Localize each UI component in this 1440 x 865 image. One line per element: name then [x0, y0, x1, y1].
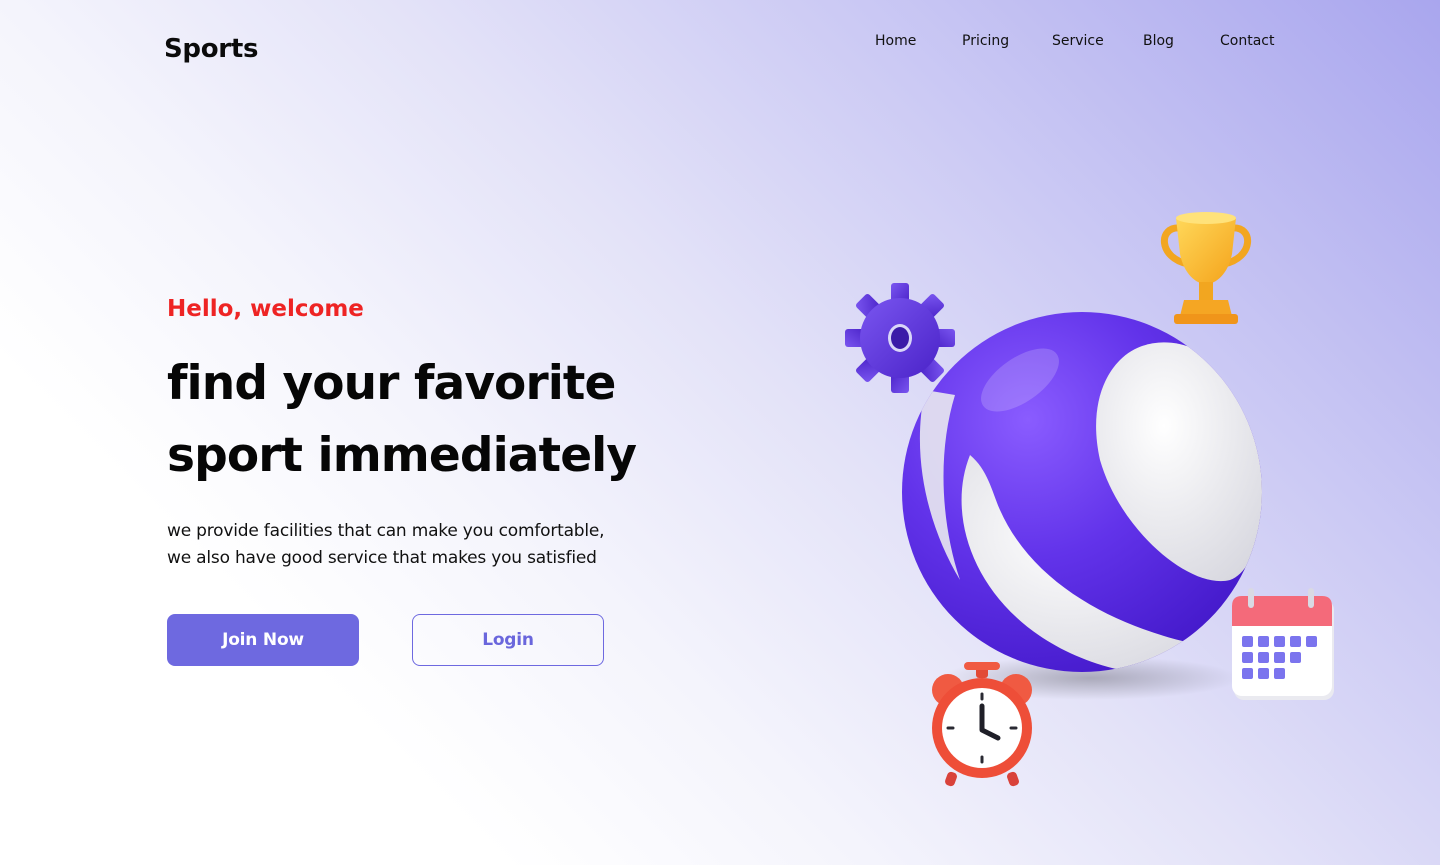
hero-description-line-1: we provide facilities that can make you …	[167, 521, 605, 541]
hero-headline-line-1: find your favorite	[167, 356, 616, 411]
hero-greeting: Hello, welcome	[167, 296, 364, 322]
alarm-clock-icon	[932, 662, 1032, 787]
trophy-icon	[1161, 212, 1251, 324]
login-button[interactable]: Login	[412, 614, 604, 666]
join-now-button[interactable]: Join Now	[167, 614, 359, 666]
main-nav: Home Pricing Service Blog Contact	[0, 33, 1440, 53]
nav-pricing-link[interactable]: Pricing	[962, 33, 1009, 49]
calendar-icon	[1232, 588, 1334, 700]
hero-headline: find your favorite sport immediately	[167, 348, 637, 492]
hero-description: we provide facilities that can make you …	[167, 518, 605, 572]
nav-home-link[interactable]: Home	[875, 33, 916, 49]
hero-illustration	[845, 212, 1334, 787]
nav-blog-link[interactable]: Blog	[1143, 33, 1174, 49]
ball-icon	[902, 312, 1262, 672]
gear-icon	[845, 283, 955, 393]
hero-description-line-2: we also have good service that makes you…	[167, 548, 597, 568]
nav-contact-link[interactable]: Contact	[1220, 33, 1274, 49]
hero-headline-line-2: sport immediately	[167, 428, 637, 483]
nav-service-link[interactable]: Service	[1052, 33, 1104, 49]
